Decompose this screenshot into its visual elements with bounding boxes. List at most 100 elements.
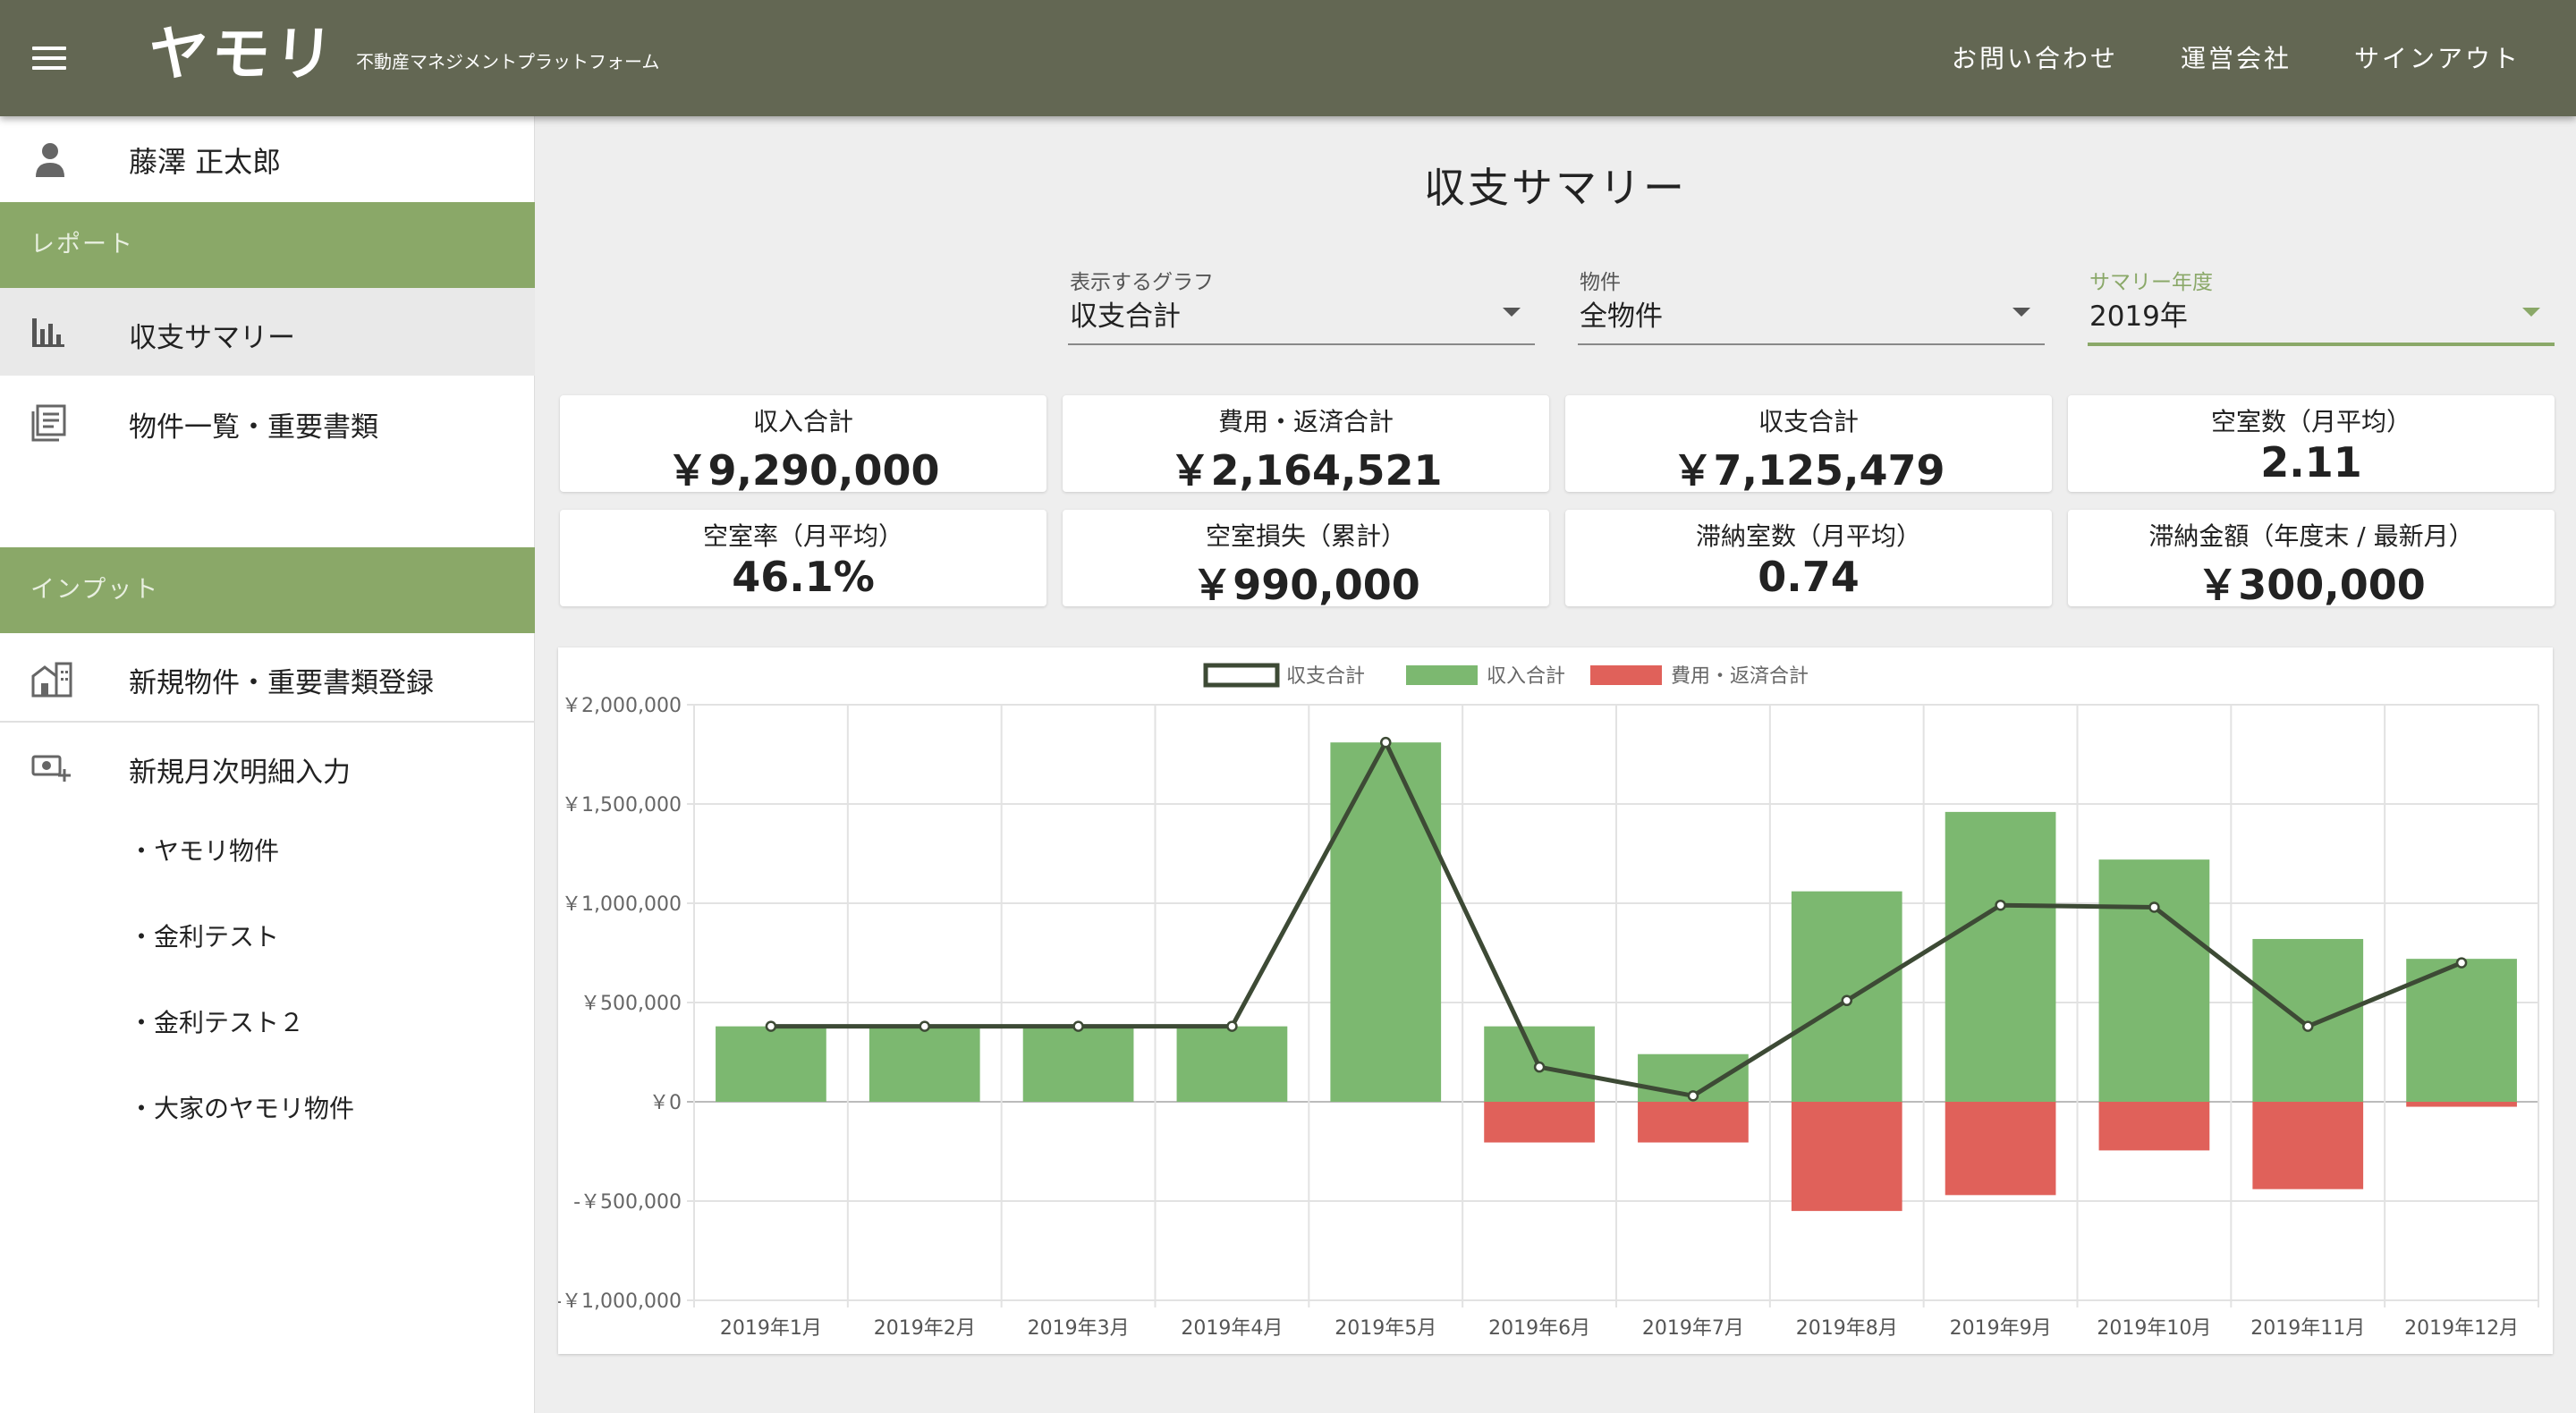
expense-bar bbox=[2406, 1102, 2517, 1107]
logo-subtitle: 不動産マネジメントプラットフォーム bbox=[356, 51, 660, 72]
stat-label: 滞納金額（年度末 / 最新月） bbox=[2148, 521, 2474, 551]
stat-card-vacancy-loss: 空室損失（累計） ￥990,000 bbox=[1063, 510, 1549, 609]
y-tick-label: ￥1,000,000 bbox=[562, 893, 682, 916]
x-tick-label: 2019年4月 bbox=[1181, 1317, 1283, 1340]
app-logo[interactable]: ヤモリ 不動産マネジメントプラットフォーム bbox=[146, 14, 660, 95]
property-select[interactable]: 物件 全物件 bbox=[1578, 265, 2045, 345]
stat-label: 空室率（月平均） bbox=[702, 521, 903, 551]
select-underline bbox=[1068, 343, 1535, 345]
select-label: サマリー年度 bbox=[2089, 271, 2213, 294]
legend-label: 費用・返済合計 bbox=[1671, 665, 1809, 688]
summary-chart: ￥2,000,000 ￥1,500,000 ￥1,000,000 ￥500,000 ￥0… bbox=[558, 663, 2539, 1340]
income-bar bbox=[716, 1026, 826, 1102]
x-tick-label: 2019年12月 bbox=[2404, 1317, 2519, 1340]
balance-point bbox=[919, 1020, 930, 1032]
sidebar-item-label: 新規物件・重要書類登録 bbox=[129, 667, 434, 699]
x-tick-label: 2019年10月 bbox=[2097, 1317, 2211, 1340]
expense-bar bbox=[1791, 1102, 1902, 1212]
stat-value: 0.74 bbox=[1758, 553, 1860, 601]
summary-chart-card: ￥2,000,000 ￥1,500,000 ￥1,000,000 ￥500,000 ￥0… bbox=[558, 647, 2553, 1354]
x-tick-label: 2019年6月 bbox=[1488, 1317, 1590, 1340]
stat-value: 2.11 bbox=[2260, 438, 2362, 487]
sidebar-item-monthly-input[interactable]: 新規月次明細入力 bbox=[0, 723, 535, 810]
main-content: 収支サマリー 表示するグラフ 収支合計 物件 全物件 サマリー年度 2019年 … bbox=[535, 116, 2576, 1413]
user-profile[interactable]: 藤澤 正太郎 bbox=[0, 116, 535, 202]
sidebar-subitem-interest-test-2[interactable]: ・金利テスト２ bbox=[129, 1003, 304, 1039]
x-tick-label: 2019年3月 bbox=[1028, 1317, 1130, 1340]
stat-card-vacancies: 空室数（月平均） 2.11 bbox=[2068, 395, 2555, 492]
section-input: インプット bbox=[0, 547, 535, 633]
stat-value: ￥9,290,000 bbox=[666, 446, 940, 495]
select-label: 表示するグラフ bbox=[1070, 271, 1214, 294]
sidebar-item-label: 物件一覧・重要書類 bbox=[129, 411, 378, 444]
stat-label: 滞納室数（月平均） bbox=[1695, 521, 1921, 551]
balance-point bbox=[1072, 1020, 1084, 1032]
expense-bar bbox=[1945, 1102, 2056, 1196]
income-bar bbox=[1022, 1026, 1134, 1102]
stat-value: ￥300,000 bbox=[2197, 561, 2426, 609]
graph-type-select[interactable]: 表示するグラフ 収支合計 bbox=[1068, 265, 1535, 345]
stat-label: 空室数（月平均） bbox=[2210, 407, 2411, 436]
stat-label: 収入合計 bbox=[752, 407, 853, 436]
balance-point bbox=[1380, 736, 1392, 749]
balance-point bbox=[1533, 1061, 1546, 1073]
stat-label: 収支合計 bbox=[1758, 407, 1859, 436]
stat-value: ￥2,164,521 bbox=[1169, 446, 1443, 495]
stat-card-balance-total: 収支合計 ￥7,125,479 bbox=[1565, 395, 2052, 495]
balance-point bbox=[2302, 1020, 2314, 1032]
select-value: 2019年 bbox=[2089, 300, 2188, 333]
contact-link[interactable]: お問い合わせ bbox=[1952, 39, 2118, 75]
menu-icon[interactable] bbox=[32, 45, 66, 72]
company-link[interactable]: 運営会社 bbox=[2181, 39, 2292, 75]
balance-point bbox=[1841, 994, 1852, 1007]
bar-chart-icon bbox=[32, 318, 64, 347]
x-tick-label: 2019年2月 bbox=[874, 1317, 976, 1340]
expense-bar bbox=[1484, 1102, 1595, 1143]
balance-point bbox=[1687, 1090, 1699, 1102]
income-bar bbox=[1945, 811, 2056, 1102]
top-app-bar: ヤモリ 不動産マネジメントプラットフォーム お問い合わせ 運営会社 サインアウト bbox=[0, 0, 2576, 116]
sidebar-subitem-yamori-property[interactable]: ・ヤモリ物件 bbox=[129, 832, 279, 867]
income-bar bbox=[869, 1026, 980, 1102]
fiscal-year-select[interactable]: サマリー年度 2019年 bbox=[2088, 265, 2555, 346]
y-tick-label: ￥0 bbox=[649, 1092, 682, 1114]
stat-card-expense-total: 費用・返済合計 ￥2,164,521 bbox=[1063, 395, 1549, 495]
sidebar-item-summary[interactable]: 収支サマリー bbox=[0, 288, 535, 376]
select-underline bbox=[1578, 343, 2045, 345]
sidebar-subitem-owner-property[interactable]: ・大家のヤモリ物件 bbox=[129, 1089, 354, 1125]
dropdown-arrow-icon bbox=[2012, 308, 2030, 317]
expense-bar bbox=[2098, 1102, 2210, 1151]
balance-point bbox=[1226, 1020, 1238, 1032]
select-underline bbox=[2088, 343, 2555, 346]
sidebar-item-property-list[interactable]: 物件一覧・重要書類 bbox=[0, 377, 535, 465]
logo-wordmark: ヤモリ bbox=[146, 20, 339, 89]
sign-out-link[interactable]: サインアウト bbox=[2354, 39, 2521, 75]
y-tick-label: ￥500,000 bbox=[580, 993, 682, 1015]
sidebar-subitem-interest-test[interactable]: ・金利テスト bbox=[129, 918, 279, 953]
x-tick-label: 2019年5月 bbox=[1335, 1317, 1436, 1340]
balance-point bbox=[765, 1020, 777, 1032]
sidebar-item-label: 新規月次明細入力 bbox=[129, 757, 351, 789]
x-tick-label: 2019年1月 bbox=[720, 1317, 822, 1340]
balance-point bbox=[2455, 957, 2468, 969]
y-tick-label: -￥1,000,000 bbox=[558, 1290, 682, 1313]
stat-card-delinquent-amount: 滞納金額（年度末 / 最新月） ￥300,000 bbox=[2068, 510, 2555, 609]
stat-card-delinquent-rooms: 滞納室数（月平均） 0.74 bbox=[1565, 510, 2052, 606]
stat-value: ￥7,125,479 bbox=[1672, 446, 1945, 495]
legend-swatch bbox=[1203, 663, 1280, 688]
stat-card-income-total: 収入合計 ￥9,290,000 bbox=[560, 395, 1046, 495]
money-add-icon bbox=[31, 755, 71, 782]
sidebar-item-new-property[interactable]: 新規物件・重要書類登録 bbox=[0, 633, 535, 721]
stat-label: 費用・返済合計 bbox=[1217, 407, 1394, 436]
select-value: 収支合計 bbox=[1070, 300, 1181, 333]
legend-label: 収支合計 bbox=[1286, 665, 1365, 688]
x-tick-label: 2019年11月 bbox=[2250, 1317, 2365, 1340]
expense-bar bbox=[2252, 1102, 2364, 1189]
header-nav: お問い合わせ 運営会社 サインアウト bbox=[1952, 39, 2521, 75]
y-tick-label: -￥500,000 bbox=[573, 1191, 682, 1214]
y-tick-label: ￥2,000,000 bbox=[562, 695, 682, 717]
building-add-icon bbox=[31, 662, 72, 698]
sidebar-item-label: 収支サマリー bbox=[129, 322, 295, 354]
sidebar: 藤澤 正太郎 レポート 収支サマリー 物件一覧・重要書類 インプット 新規物件・… bbox=[0, 116, 535, 1413]
stat-label: 空室損失（累計） bbox=[1205, 521, 1406, 551]
